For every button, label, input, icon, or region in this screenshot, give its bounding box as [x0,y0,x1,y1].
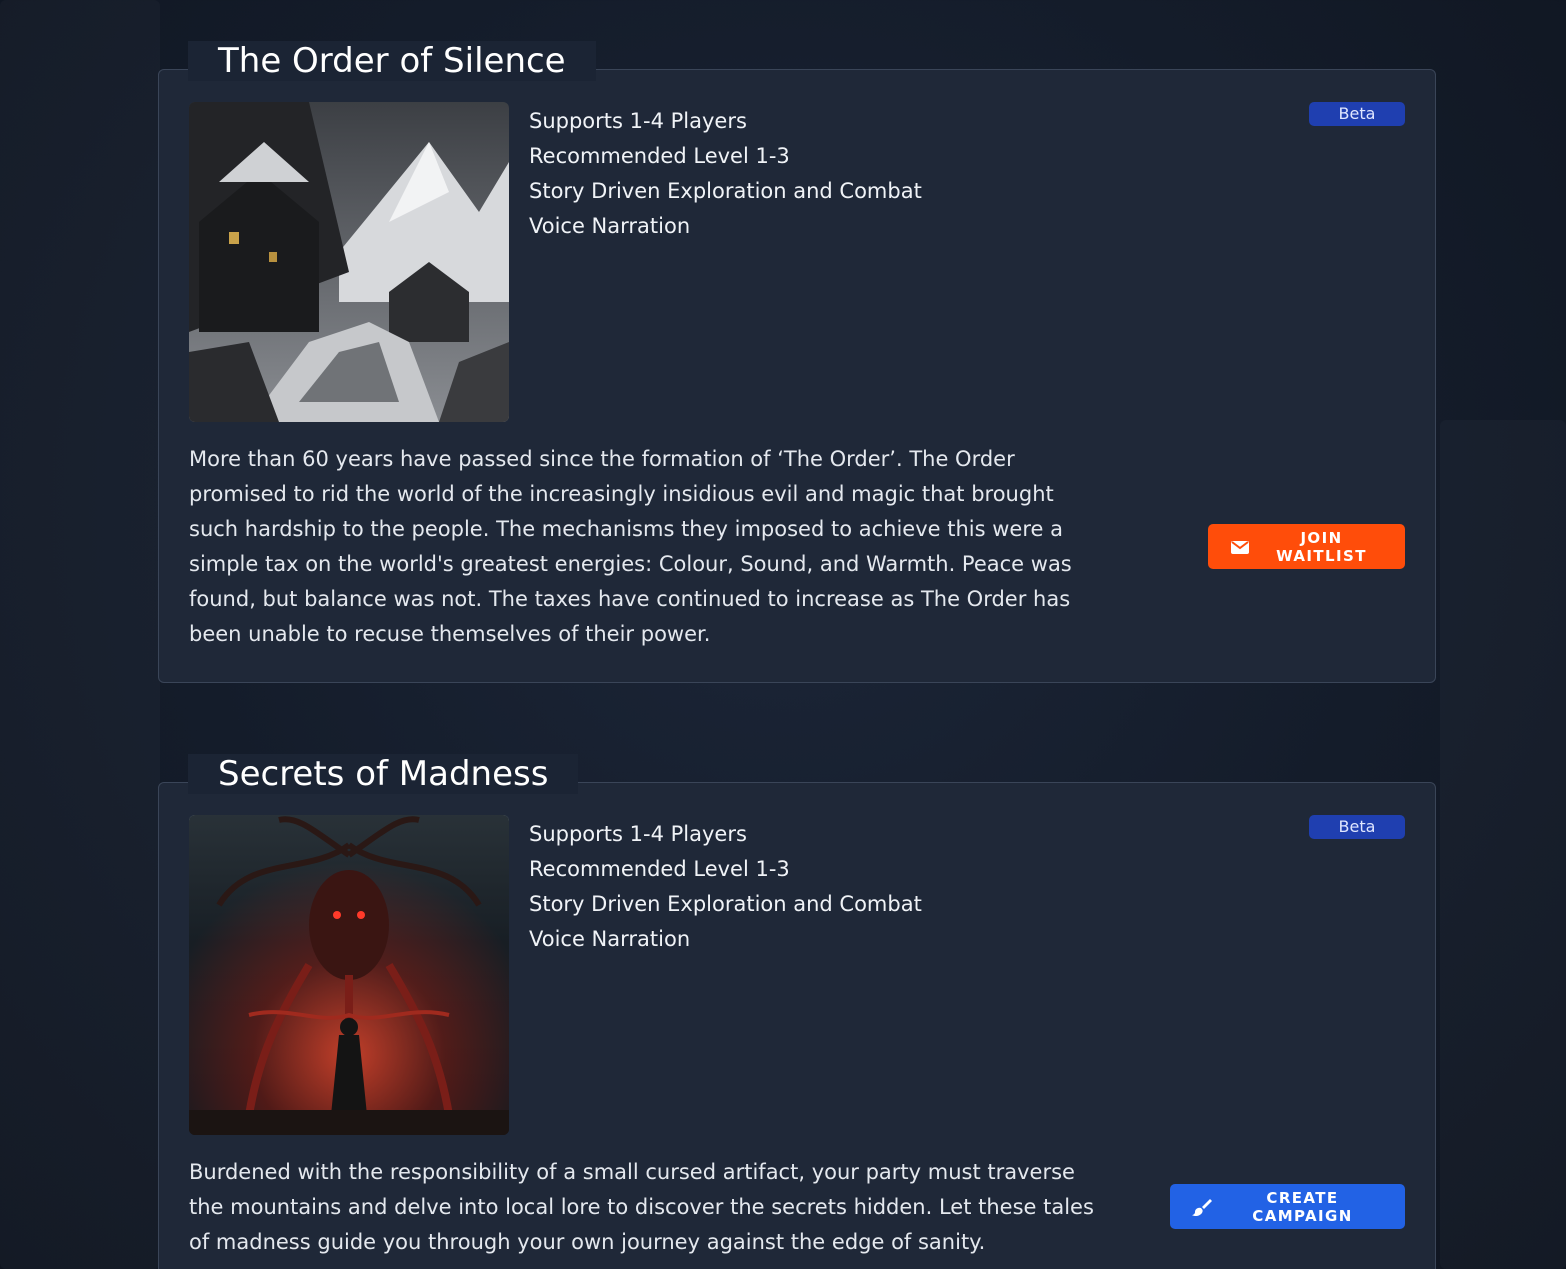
beta-badge: Beta [1309,102,1405,126]
feature-item: Voice Narration [529,214,691,238]
feature-item: Supports 1-4 Players [529,822,747,846]
campaign-cover-image [189,102,509,422]
campaign-cover-image [189,815,509,1135]
feature-item: Recommended Level 1-3 [529,857,790,881]
feature-item: Story Driven Exploration and Combat [529,179,922,203]
campaign-description: Burdened with the responsibility of a sm… [189,1160,1094,1254]
campaign-card-frame: Supports 1-4 Players Recommended Level 1… [158,69,1436,683]
brush-icon [1192,1197,1212,1217]
create-campaign-button[interactable]: CREATE CAMPAIGN [1170,1184,1405,1229]
feature-item: Voice Narration [529,927,691,951]
join-waitlist-label: JOIN WAITLIST [1276,528,1367,565]
envelope-icon [1230,537,1250,557]
campaign-description: More than 60 years have passed since the… [189,447,1072,646]
background-decor [1440,420,1566,1269]
feature-item: Recommended Level 1-3 [529,144,790,168]
campaign-card-order-of-silence: Supports 1-4 Players Recommended Level 1… [158,40,1438,684]
campaign-card-frame: Supports 1-4 Players Recommended Level 1… [158,782,1436,1269]
campaign-title: The Order of Silence [188,41,596,81]
beta-badge: Beta [1309,815,1405,839]
join-waitlist-button[interactable]: JOIN WAITLIST [1208,524,1405,569]
campaign-title: Secrets of Madness [188,754,579,794]
feature-list: Supports 1-4 Players Recommended Level 1… [529,817,922,957]
create-campaign-label: CREATE CAMPAIGN [1252,1188,1353,1225]
feature-item: Supports 1-4 Players [529,109,747,133]
background-decor [0,0,160,1269]
feature-list: Supports 1-4 Players Recommended Level 1… [529,104,922,244]
campaign-card-secrets-of-madness: Supports 1-4 Players Recommended Level 1… [158,753,1438,1269]
feature-item: Story Driven Exploration and Combat [529,892,922,916]
